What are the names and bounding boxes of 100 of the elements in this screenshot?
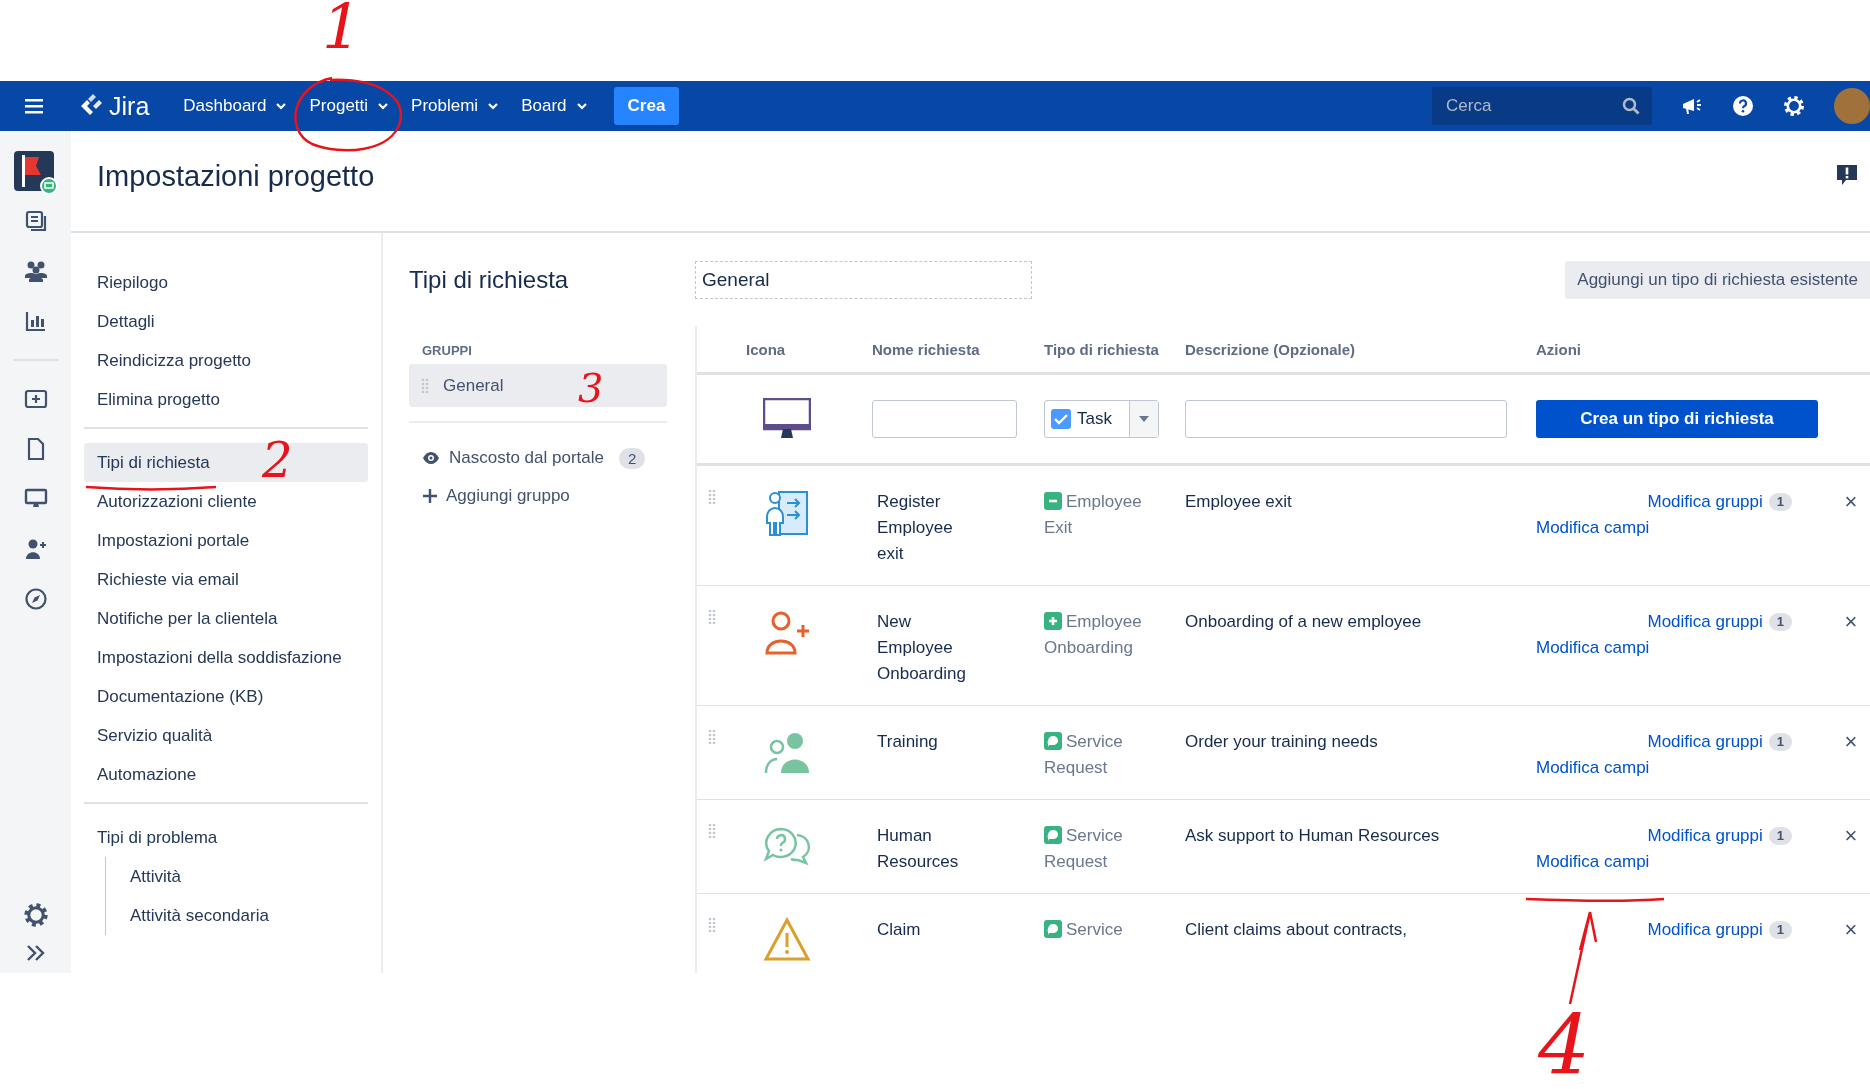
- request-type: Employee Onboarding: [1043, 611, 1143, 659]
- logo[interactable]: Jira: [79, 91, 150, 121]
- project-avatar-icon: [13, 151, 58, 195]
- nav-item[interactable]: Reindicizza progetto: [84, 341, 265, 380]
- person-add-icon: [23, 537, 48, 561]
- request-name: Human Resources: [876, 825, 960, 873]
- logo-text: Jira: [109, 91, 150, 121]
- nav-item[interactable]: Autorizzazioni cliente: [84, 482, 270, 521]
- request-name: Register Employee exit: [876, 491, 954, 565]
- handwritten-number: 4: [1538, 1005, 1591, 1087]
- description-field[interactable]: [1185, 400, 1507, 438]
- request-type: Service Request: [1043, 731, 1124, 779]
- section-title: Tipi di richiesta: [409, 266, 570, 294]
- bar-chart-icon: [23, 309, 48, 333]
- nav-item[interactable]: Tipi di problema: [84, 818, 231, 857]
- edit-fields-link[interactable]: Modifica campi: [1536, 635, 1650, 661]
- request-description: Ask support to Human Resources: [1184, 825, 1441, 847]
- count-badge: 2: [619, 447, 646, 469]
- edit-fields-link[interactable]: Modifica campi: [1536, 849, 1650, 875]
- menu-button[interactable]: Board: [511, 88, 598, 124]
- groups-heading: GRUPPI: [421, 342, 473, 360]
- edit-fields-link[interactable]: Modifica campi: [1536, 515, 1650, 541]
- drag-handle-icon: [708, 823, 716, 839]
- remove-button[interactable]: ×: [1832, 731, 1870, 753]
- menu-button[interactable]: Dashboard: [173, 88, 298, 124]
- drag-handle-icon: [708, 489, 716, 505]
- edit-groups-link[interactable]: Modifica gruppi: [1647, 823, 1763, 849]
- remove-button[interactable]: ×: [1832, 919, 1870, 941]
- request-description: Onboarding of a new employee: [1184, 611, 1423, 633]
- chevron-down-icon: [487, 100, 500, 112]
- search-field[interactable]: Cerca: [1432, 87, 1652, 125]
- remove-button[interactable]: ×: [1832, 491, 1870, 513]
- nav-item[interactable]: Attività secondaria: [106, 896, 282, 935]
- nav-item[interactable]: Impostazioni portale: [84, 521, 263, 560]
- remove-button[interactable]: ×: [1832, 611, 1870, 633]
- nav-item[interactable]: Richieste via email: [84, 560, 252, 599]
- create-request-type-button[interactable]: Crea un tipo di richiesta: [1536, 400, 1818, 438]
- group-name-field[interactable]: General: [695, 261, 1032, 299]
- person-add-icon: [763, 609, 811, 657]
- request-name: New Employee Onboarding: [876, 611, 967, 685]
- edit-fields-link[interactable]: Modifica campi: [1536, 755, 1650, 781]
- page-title: Impostazioni progetto: [97, 159, 376, 193]
- caret-icon: [1139, 416, 1149, 422]
- nav-item[interactable]: Impostazioni della soddisfazione: [84, 638, 355, 677]
- count-badge: 1: [1768, 733, 1792, 751]
- menu-button[interactable]: Progetti: [299, 88, 400, 124]
- hidden-label: Nascosto dal portale: [449, 448, 604, 468]
- column-header: Azioni: [1535, 340, 1582, 358]
- create-button[interactable]: Crea: [613, 87, 680, 125]
- eye-icon: [422, 451, 440, 465]
- avatar-icon: [1834, 88, 1870, 124]
- nav-item[interactable]: Dettagli: [84, 302, 168, 341]
- nav-item[interactable]: Automazione: [84, 755, 210, 794]
- handwritten-number: 1: [322, 0, 362, 58]
- nav-item[interactable]: Attività: [106, 857, 195, 896]
- people-icon: [22, 259, 49, 283]
- edit-groups-link[interactable]: Modifica gruppi: [1647, 729, 1763, 755]
- chat-bubble-icon: [1044, 920, 1062, 938]
- request-name: Claim: [876, 919, 922, 941]
- column-header: Descrizione (Opzionale): [1184, 340, 1357, 358]
- nav-item[interactable]: Elimina progetto: [84, 380, 233, 419]
- chat-bubble-icon: [1044, 732, 1062, 750]
- settings-icon: [21, 901, 50, 929]
- add-box-icon: [23, 387, 48, 411]
- drag-handle-icon: [708, 917, 716, 933]
- plus-icon: [422, 488, 438, 504]
- column-header: Icona: [745, 340, 787, 358]
- handwritten-number: 2: [262, 436, 293, 484]
- remove-button[interactable]: ×: [1832, 825, 1870, 847]
- count-badge: 1: [1768, 827, 1792, 845]
- door-person-icon: [763, 489, 811, 537]
- menu-button[interactable]: Problemi: [401, 88, 510, 124]
- nav-item[interactable]: Notifiche per la clientela: [84, 599, 291, 638]
- drag-handle-icon: [421, 377, 429, 394]
- count-badge: 1: [1768, 493, 1792, 511]
- column-header: Tipo di richiesta: [1043, 340, 1160, 358]
- nav-item[interactable]: Servizio qualità: [84, 716, 226, 755]
- count-badge: 1: [1768, 613, 1792, 631]
- group-item[interactable]: General: [421, 375, 504, 396]
- plus-icon: [1044, 612, 1062, 630]
- edit-groups-link[interactable]: Modifica gruppi: [1647, 609, 1763, 635]
- edit-groups-link[interactable]: Modifica gruppi: [1647, 489, 1763, 515]
- edit-groups-link[interactable]: Modifica gruppi: [1647, 917, 1763, 943]
- chevron-down-icon: [575, 100, 588, 112]
- checkmark-icon: [1051, 409, 1071, 429]
- monitor-icon: [763, 398, 811, 440]
- drag-handle-icon: [708, 729, 716, 745]
- add-group-button[interactable]: Aggiungi gruppo: [409, 485, 576, 507]
- compass-icon: [23, 587, 48, 611]
- chevron-down-icon: [377, 100, 390, 112]
- request-description: Client claims about contracts,: [1184, 919, 1409, 941]
- nav-item[interactable]: Documentazione (KB): [84, 677, 277, 716]
- request-name-field[interactable]: [872, 400, 1017, 438]
- chat-bubble-icon: [1044, 826, 1062, 844]
- type-select[interactable]: Task: [1044, 400, 1159, 438]
- chevron-down-icon: [275, 100, 288, 112]
- search-icon: [1622, 97, 1640, 115]
- request-description: Order your training needs: [1184, 731, 1379, 753]
- add-existing-button[interactable]: Aggiungi un tipo di richiesta esistente: [1565, 261, 1870, 299]
- nav-item[interactable]: Riepilogo: [84, 263, 181, 302]
